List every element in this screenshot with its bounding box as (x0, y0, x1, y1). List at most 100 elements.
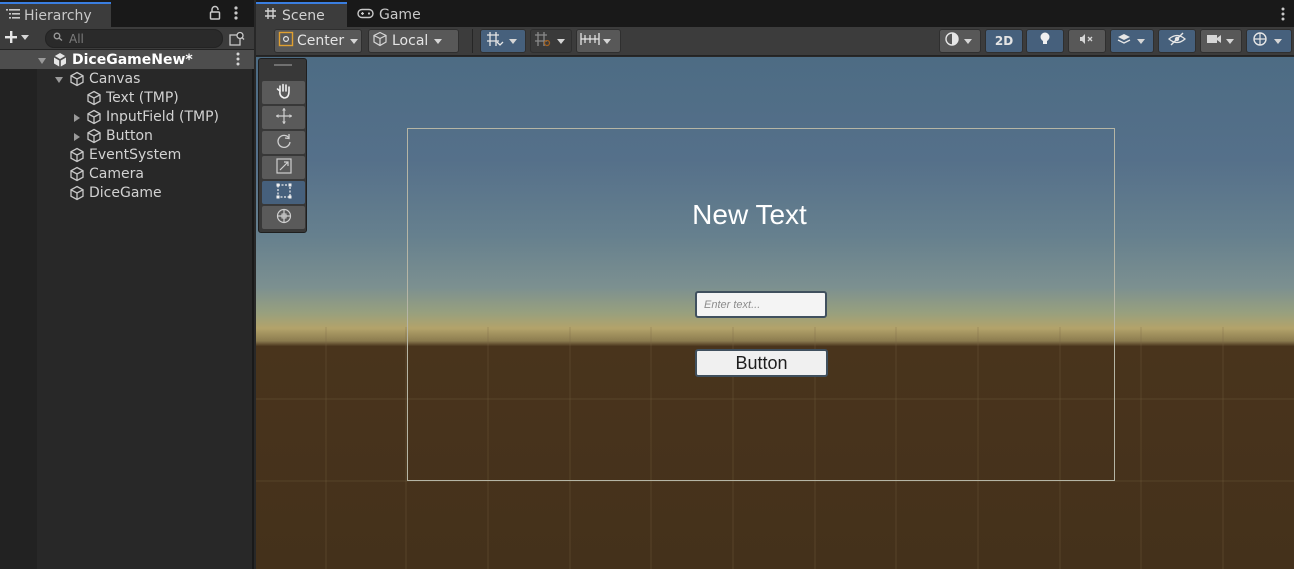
scene-input-field-input[interactable] (704, 298, 819, 311)
chevron-down-icon (350, 38, 359, 44)
ruler-icon (580, 31, 600, 51)
pivot-space-dropdown[interactable]: Local (368, 29, 459, 53)
pivot-mode-label: Center (297, 33, 345, 49)
chevron-down-icon (603, 38, 611, 44)
hierarchy-search-input[interactable] (69, 31, 199, 46)
scene-more-icon[interactable] (1280, 6, 1286, 22)
overlay-drag-handle[interactable] (274, 64, 292, 66)
chevron-down-icon (1274, 38, 1282, 44)
grid-snapping-toggle[interactable] (480, 29, 526, 53)
scene-viewport[interactable]: New Text Button (256, 57, 1294, 569)
shading-mode-dropdown[interactable] (939, 29, 981, 53)
hierarchy-tab-label: Hierarchy (24, 7, 92, 24)
tools-overlay (258, 58, 307, 233)
hierarchy-panel: Hierarchy All DiceGameNew* Canvas Text (… (0, 0, 254, 569)
chevron-down-icon (1226, 38, 1234, 44)
tree-item-camera[interactable]: Camera (0, 164, 254, 183)
scale-icon (275, 157, 293, 179)
hierarchy-list-icon (6, 8, 20, 24)
shading-sphere-icon (944, 31, 960, 51)
scene-ui-button[interactable]: Button (695, 349, 828, 377)
tree-item-canvas[interactable]: Canvas (0, 69, 254, 88)
pivot-center-icon (278, 31, 294, 51)
gameobject-cube-icon (69, 71, 85, 87)
hierarchy-more-icon[interactable] (230, 5, 242, 21)
create-dropdown-button[interactable] (3, 29, 37, 48)
pivot-space-label: Local (392, 33, 429, 49)
hand-icon (275, 82, 293, 104)
chevron-down-icon (1137, 38, 1145, 44)
grid-snap-icon (486, 31, 504, 51)
hierarchy-search-field[interactable] (45, 29, 223, 48)
chevron-down-icon (557, 38, 565, 44)
tree-item-inputfield-tmp[interactable]: InputField (TMP) (0, 107, 254, 126)
gamepad-icon (357, 7, 374, 23)
toggle-2d-button[interactable]: 2D (985, 29, 1023, 53)
chevron-down-icon (434, 38, 443, 44)
tree-item-eventsystem[interactable]: EventSystem (0, 145, 254, 164)
rotate-tool-button[interactable] (262, 131, 305, 154)
collapsed-arrow-icon[interactable] (72, 131, 82, 141)
scene-visibility-toggle[interactable] (1158, 29, 1196, 53)
hierarchy-tab-bar: Hierarchy (0, 0, 254, 27)
scene-toolbar: Center Local 2D (256, 27, 1294, 56)
scene-input-field[interactable] (695, 291, 827, 318)
snap-settings-dropdown[interactable] (576, 29, 621, 53)
search-icon (53, 31, 65, 46)
scene-more-icon[interactable] (234, 51, 242, 71)
hierarchy-toolbar (0, 27, 254, 50)
tab-game[interactable]: Game (349, 2, 434, 27)
tab-scene[interactable]: Scene (256, 2, 347, 27)
effects-layers-icon (1116, 31, 1132, 51)
audio-toggle[interactable] (1068, 29, 1106, 53)
expand-arrow-icon[interactable] (37, 55, 47, 65)
increment-snapping-dropdown[interactable] (530, 29, 572, 53)
increment-snap-icon (534, 31, 552, 51)
video-camera-icon (1206, 33, 1222, 49)
tree-item-dicegame[interactable]: DiceGame (0, 183, 254, 202)
expand-arrow-icon[interactable] (54, 74, 64, 84)
effects-dropdown[interactable] (1110, 29, 1154, 53)
unity-scene-icon (52, 52, 68, 68)
toolbar-divider (472, 29, 473, 53)
gameobject-cube-icon (86, 128, 102, 144)
tree-item-label: Text (TMP) (106, 89, 179, 106)
audio-mute-icon (1079, 32, 1095, 50)
scene-text-tmp[interactable]: New Text (407, 199, 1092, 231)
gizmos-dropdown[interactable] (1246, 29, 1292, 53)
tree-item-label: Camera (89, 165, 144, 182)
collapsed-arrow-icon[interactable] (72, 112, 82, 122)
chevron-down-icon (964, 38, 972, 44)
hierarchy-tab[interactable]: Hierarchy (0, 2, 111, 27)
tree-item-button[interactable]: Button (0, 126, 254, 145)
rect-transform-icon (275, 182, 293, 204)
toggle-2d-label: 2D (994, 34, 1014, 48)
pivot-mode-dropdown[interactable]: Center (274, 29, 362, 53)
lightbulb-icon (1039, 31, 1051, 51)
lighting-toggle[interactable] (1026, 29, 1064, 53)
tree-item-label: Button (106, 127, 153, 144)
camera-settings-dropdown[interactable] (1200, 29, 1242, 53)
scene-panel: Scene Game Center Local 2D New Text Ente… (256, 0, 1294, 569)
rect-tool-button[interactable] (262, 181, 305, 204)
tree-item-label: DiceGameNew* (72, 51, 193, 68)
tree-item-label: EventSystem (89, 146, 182, 163)
search-in-scene-icon[interactable] (229, 31, 245, 46)
gameobject-cube-icon (69, 166, 85, 182)
move-arrows-icon (275, 107, 293, 129)
tree-item-label: Canvas (89, 70, 141, 87)
transform-icon (275, 207, 293, 229)
plus-icon (3, 29, 19, 49)
gameobject-cube-icon (86, 109, 102, 125)
tree-item-dicegamenew[interactable]: DiceGameNew* (0, 50, 254, 69)
gameobject-cube-icon (69, 147, 85, 163)
tree-item-text-tmp[interactable]: Text (TMP) (0, 88, 254, 107)
transform-tool-button[interactable] (262, 206, 305, 229)
hand-tool-button[interactable] (262, 81, 305, 104)
rotate-icon (275, 132, 293, 154)
local-cube-icon (372, 31, 390, 51)
lock-icon[interactable] (208, 5, 222, 21)
move-tool-button[interactable] (262, 106, 305, 129)
tree-item-label: DiceGame (89, 184, 162, 201)
scale-tool-button[interactable] (262, 156, 305, 179)
